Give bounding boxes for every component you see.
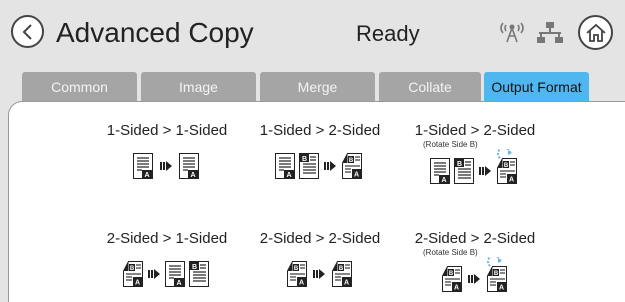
duplex-mode-icon [122,260,210,288]
status-text: Ready [356,21,420,46]
wireless-icon [500,22,524,43]
home-button[interactable] [578,15,613,50]
duplex-mode-icon [286,260,353,288]
option-label: 1-Sided > 2-Sided [414,122,536,139]
option-label: 1-Sided > 2-Sided [259,122,381,139]
option-label: 2-Sided > 2-Sided [259,230,381,247]
option-2sided-to-1sided[interactable]: 2-Sided > 1-Sided [97,230,237,288]
option-2sided-to-2sided-rotate[interactable]: 2-Sided > 2-Sided (Rotate Side B) [405,230,545,293]
duplex-mode-icon [429,149,518,185]
option-1sided-to-1sided[interactable]: 1-Sided > 1-Sided [97,122,237,180]
tab-bar: Common Image Merge Collate Output Format [0,72,625,102]
option-sublabel: (Rotate Side B) [423,248,478,257]
option-label: 2-Sided > 2-Sided [414,230,536,247]
tab-output-format[interactable]: Output Format [484,72,589,102]
home-icon [585,23,606,42]
duplex-mode-icon [274,152,363,180]
duplex-mode-icon [441,257,508,293]
back-arrow-icon [22,23,32,40]
tab-common[interactable]: Common [22,72,137,102]
option-label: 2-Sided > 1-Sided [106,230,228,247]
header-bar: Advanced Copy Ready [0,0,625,66]
duplex-mode-icon [132,152,200,180]
tab-image[interactable]: Image [141,72,256,102]
back-button[interactable] [11,15,44,48]
page-title: Advanced Copy [56,17,254,48]
option-2sided-to-2sided[interactable]: 2-Sided > 2-Sided [250,230,390,288]
option-1sided-to-2sided-rotate[interactable]: 1-Sided > 2-Sided (Rotate Side B) [405,122,545,185]
wired-network-icon [537,22,563,43]
tab-merge[interactable]: Merge [260,72,375,102]
option-sublabel: (Rotate Side B) [423,140,478,149]
option-label: 1-Sided > 1-Sided [106,122,228,139]
tab-collate[interactable]: Collate [379,72,481,102]
option-1sided-to-2sided[interactable]: 1-Sided > 2-Sided [250,122,390,180]
